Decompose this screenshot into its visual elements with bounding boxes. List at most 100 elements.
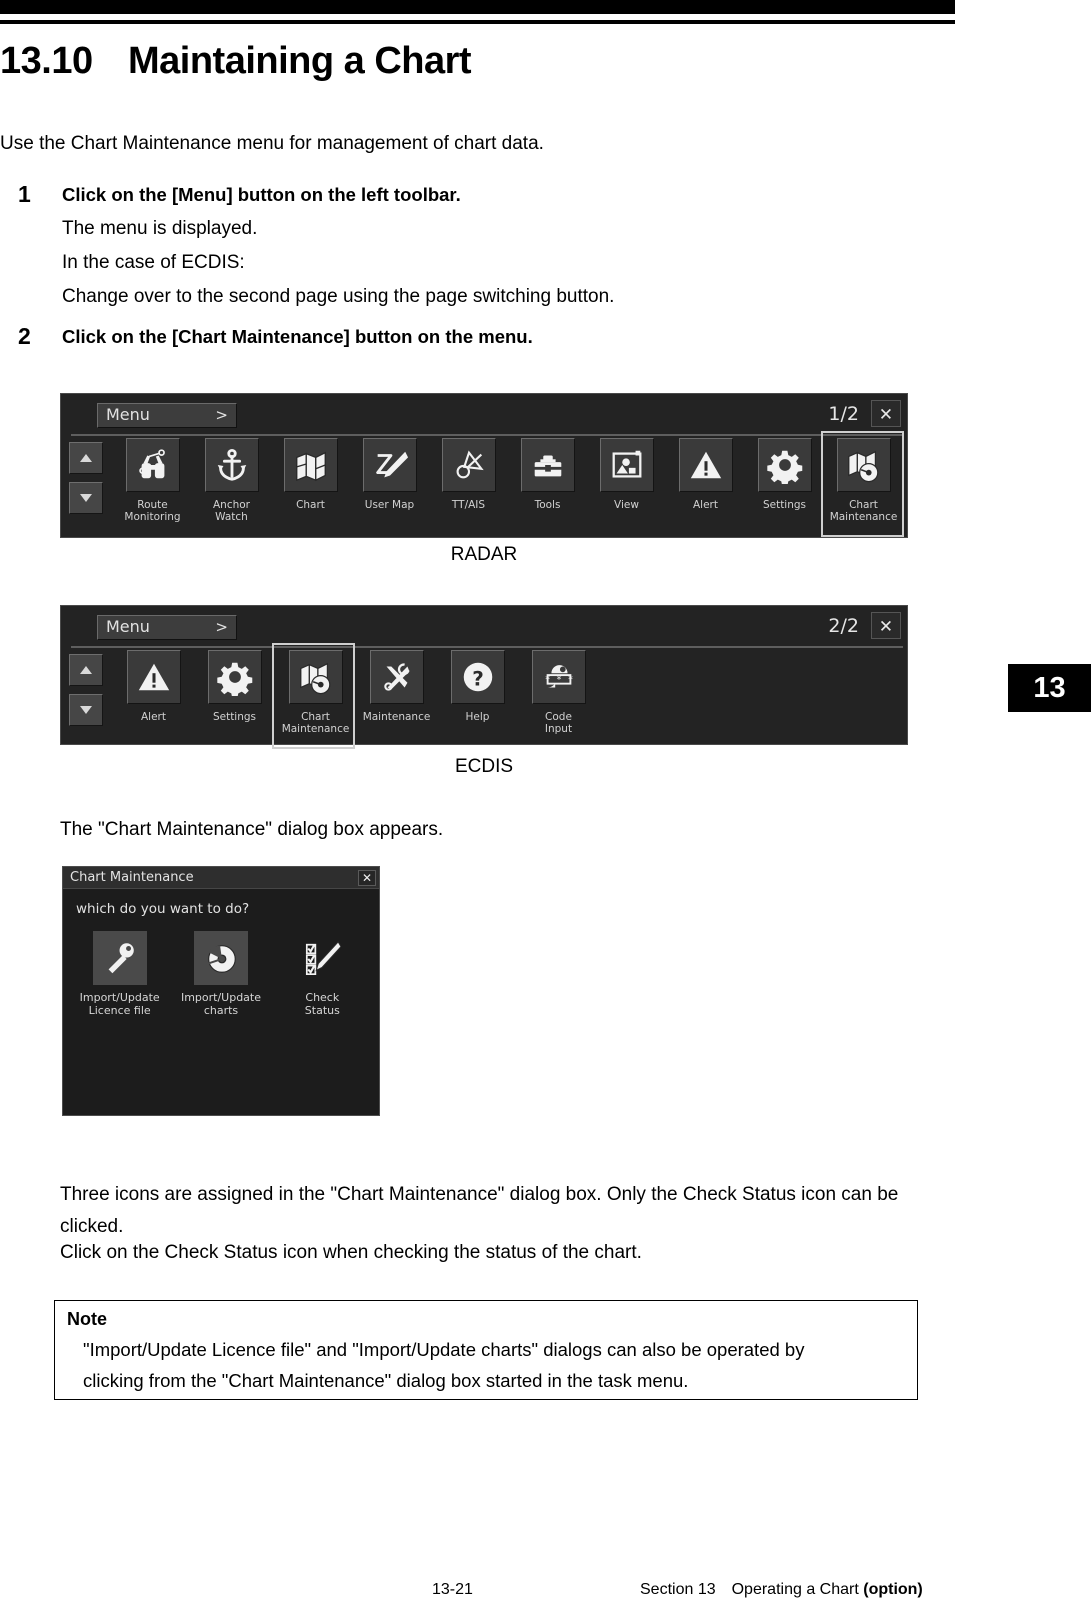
triangle-down-icon (80, 494, 92, 502)
ecdis-menu-button[interactable]: Menu > (97, 615, 237, 640)
radar-menu-items: Route Monitoring Anchor Watch Chart User Ma… (113, 431, 904, 537)
radar-menu-item-chart-maintenance[interactable]: Chart Maintenance (821, 431, 904, 537)
scroll-down-button[interactable] (69, 694, 103, 726)
ecdis-menu-item-settings[interactable]: Settings (194, 650, 275, 735)
step-2-number: 2 (18, 323, 31, 349)
radar-menu-item-item-label: Anchor Watch (212, 499, 250, 523)
section-number: 13.10 (0, 40, 93, 82)
radar-menu-item-settings[interactable]: Settings (745, 438, 824, 523)
footer-page-number: 13-21 (432, 1581, 473, 1598)
radar-menu-item-anchor-watch[interactable]: Anchor Watch (192, 438, 271, 523)
chevron-right-icon: > (215, 617, 228, 636)
ecdis-caption: ECDIS (454, 756, 514, 777)
code-input-icon: * * * (531, 650, 586, 704)
folded-map-icon (283, 438, 338, 492)
ecdis-menu-button-label: Menu (106, 617, 150, 636)
checklist-pen-icon (295, 931, 350, 985)
svg-text:?: ? (472, 667, 484, 691)
pen-zigzag-icon (362, 438, 417, 492)
disc-icon (193, 931, 248, 985)
step-1-number: 1 (18, 181, 31, 207)
warning-triangle-icon (126, 650, 181, 704)
dialog-action-label: Import/Update Licence file (79, 991, 160, 1017)
note-box: Note "Import/Update Licence file" and "I… (54, 1300, 918, 1400)
divider (71, 434, 903, 436)
header-rule-thin (0, 20, 955, 24)
radar-menu-screenshot: Menu > 1/2 ✕ Route Monitoring Anchor Watc… (60, 393, 908, 538)
ecdis-menu-item-item-label: Chart Maintenance (281, 711, 350, 735)
radar-menu-item-item-label: Settings (762, 499, 807, 511)
step-2-title: Click on the [Chart Maintenance] button … (62, 326, 533, 347)
radar-menu-button-label: Menu (106, 405, 150, 424)
radar-menu-item-route-monitoring[interactable]: Route Monitoring (113, 438, 192, 523)
ecdis-menu-item-help[interactable]: ? Help (437, 650, 518, 735)
dialog-action-import-update-licence-file: Import/Update Licence file (69, 931, 170, 1017)
radar-menu-item-item-label: Tools (534, 499, 561, 511)
radar-menu-item-tt-ais[interactable]: TT/AIS (429, 438, 508, 523)
radar-menu-item-item-label: Route Monitoring (124, 499, 181, 523)
ecdis-page-indicator: 2/2 (828, 615, 859, 637)
radar-menu-item-chart[interactable]: Chart (271, 438, 350, 523)
ecdis-menu-item-maintenance[interactable]: Maintenance (356, 650, 437, 735)
radar-caption: RADAR (450, 544, 518, 565)
ecdis-scroll-arrows (69, 654, 103, 734)
chevron-right-icon: > (215, 405, 228, 424)
gear-icon (757, 438, 812, 492)
chart-maintenance-icon (288, 650, 343, 704)
radar-menu-button[interactable]: Menu > (97, 403, 237, 428)
wrench-screwdriver-icon (369, 650, 424, 704)
dialog-action-label: Import/Update charts (180, 991, 262, 1017)
radar-menu-item-user-map[interactable]: User Map (350, 438, 429, 523)
gear-icon (207, 650, 262, 704)
note-heading: Note (67, 1309, 107, 1329)
header-rule-thick (0, 0, 955, 14)
step-2: 2 Click on the [Chart Maintenance] butto… (0, 323, 900, 349)
dialog-intro-text: The "Chart Maintenance" dialog box appea… (60, 819, 444, 840)
dialog-action-check-status[interactable]: Check Status (272, 931, 373, 1017)
step-1-line-2: In the case of ECDIS: (62, 252, 245, 273)
view-window-icon (599, 438, 654, 492)
ecdis-menu-item-item-label: Help (465, 711, 490, 723)
scroll-up-button[interactable] (69, 654, 103, 686)
radar-menu-item-tools[interactable]: Tools (508, 438, 587, 523)
section-title: Maintaining a Chart (128, 40, 472, 82)
dialog-title: Chart Maintenance (70, 870, 194, 885)
close-icon[interactable]: ✕ (358, 869, 376, 886)
ecdis-menu-item-item-label: Alert (141, 711, 166, 723)
radar-menu-item-item-label: Chart (296, 499, 325, 511)
ecdis-menu-screenshot: Menu > 2/2 ✕ Alert Settings Chart Maintena… (60, 605, 908, 749)
dialog-action-label: Check Status (304, 991, 340, 1017)
step-1-line-3: Change over to the second page using the… (62, 286, 615, 307)
body-paragraph-1: Three icons are assigned in the "Chart M… (60, 1184, 899, 1237)
scroll-down-button[interactable] (69, 482, 103, 514)
binoculars-icon (125, 438, 180, 492)
ecdis-menu-item-item-label: Settings (212, 711, 257, 723)
scroll-up-button[interactable] (69, 442, 103, 474)
triangle-up-icon (80, 666, 92, 674)
chapter-tab: 13 (1008, 664, 1091, 712)
ecdis-menu-items: Alert Settings Chart Maintenance Maintenanc… (113, 643, 903, 749)
dialog-action-icons: Import/Update Licence file Import/Update … (63, 931, 379, 1017)
warning-triangle-icon (678, 438, 733, 492)
radar-menu-item-view[interactable]: View (587, 438, 666, 523)
triangle-down-icon (80, 706, 92, 714)
note-line-1: "Import/Update Licence file" and "Import… (83, 1339, 805, 1360)
dialog-titlebar: Chart Maintenance ✕ (63, 867, 379, 889)
radar-menu-item-item-label: User Map (364, 499, 415, 511)
radar-page-indicator: 1/2 (828, 403, 859, 425)
ecdis-menu-item-code-input[interactable]: * * * Code Input (518, 650, 599, 735)
close-icon[interactable]: ✕ (871, 612, 901, 639)
divider (71, 646, 903, 648)
ecdis-menu-item-chart-maintenance[interactable]: Chart Maintenance (272, 643, 356, 749)
ecdis-menu-item-alert[interactable]: Alert (113, 650, 194, 735)
step-1: 1 Click on the [Menu] button on the left… (0, 181, 900, 308)
radar-menu-item-item-label: Chart Maintenance (829, 499, 898, 523)
close-icon[interactable]: ✕ (871, 400, 901, 427)
radar-menu-item-item-label: Alert (693, 499, 718, 511)
radar-menu-item-alert[interactable]: Alert (666, 438, 745, 523)
dialog-question: which do you want to do? (76, 901, 250, 917)
toolbox-icon (520, 438, 575, 492)
note-line-2: clicking from the "Chart Maintenance" di… (83, 1370, 689, 1391)
ecdis-menu-item-item-label: Maintenance (362, 711, 431, 723)
dialog-action-import-update-charts: Import/Update charts (170, 931, 271, 1017)
